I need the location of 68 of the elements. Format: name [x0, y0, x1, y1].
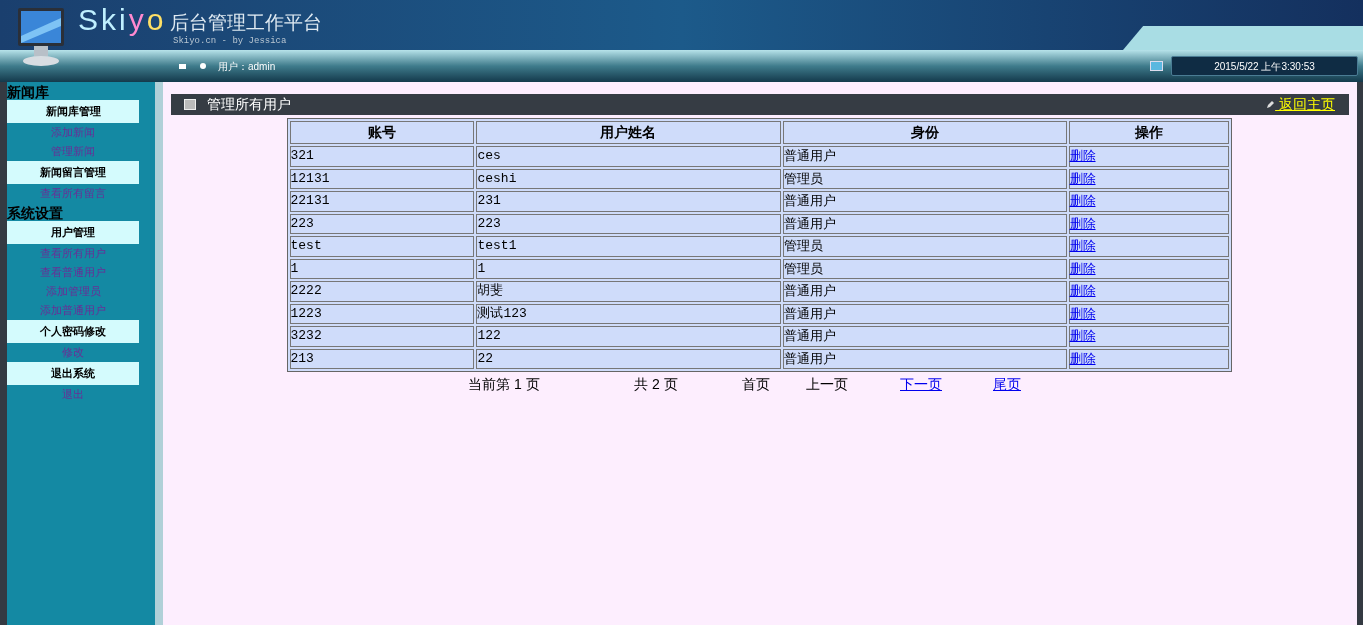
page-label: 共 2 页: [634, 376, 678, 392]
table-cell: 普通用户: [782, 146, 1067, 167]
table-cell: 3232: [289, 326, 475, 347]
screen-icon: [1150, 61, 1163, 71]
table-cell: 普通用户: [782, 303, 1067, 324]
app-title: 后台管理工作平台: [170, 11, 323, 35]
page-label: 上一页: [806, 376, 848, 392]
page-link[interactable]: 尾页: [993, 376, 1021, 392]
table-cell: 223: [476, 213, 781, 234]
delete-link[interactable]: 删除: [1069, 328, 1096, 344]
column-header: 用户姓名: [476, 121, 781, 144]
delete-link[interactable]: 删除: [1069, 283, 1096, 299]
delete-link[interactable]: 删除: [1069, 238, 1096, 254]
page-link[interactable]: 下一页: [900, 376, 942, 392]
column-header: 账号: [289, 121, 475, 144]
menu-group-header[interactable]: 新闻库管理: [7, 100, 139, 123]
table-cell: test: [289, 236, 475, 257]
table-cell: 2222: [289, 281, 475, 302]
menu-group-header[interactable]: 新闻留言管理: [7, 161, 139, 184]
table-cell: 管理员: [782, 258, 1067, 279]
delete-link[interactable]: 删除: [1069, 170, 1096, 186]
datetime-display: 2015/5/22 上午3:30:53: [1171, 56, 1358, 76]
table-cell: 122: [476, 326, 781, 347]
table-cell: 1223: [289, 303, 475, 324]
page-label: 首页: [742, 376, 770, 392]
subtitle: Skiyo.cn - by Jessica: [173, 36, 288, 46]
column-header: 操作: [1068, 121, 1229, 144]
user-label: 用户：admin: [218, 59, 276, 74]
table-cell: 1: [476, 258, 781, 279]
table-cell: 223: [289, 213, 475, 234]
delete-link[interactable]: 删除: [1069, 260, 1096, 276]
section-heading: 新闻库: [7, 84, 50, 100]
table-cell: 12131: [289, 168, 475, 189]
table-cell: 22131: [289, 191, 475, 212]
table-cell: 213: [289, 348, 475, 369]
table-cell: 1: [289, 258, 475, 279]
table-cell: ces: [476, 146, 781, 167]
table-cell: 231: [476, 191, 781, 212]
table-cell: 22: [476, 348, 781, 369]
home-link[interactable]: 返回主页: [1275, 94, 1335, 115]
delete-link[interactable]: 删除: [1069, 305, 1096, 321]
delete-link[interactable]: 删除: [1069, 350, 1096, 366]
table-cell: ceshi: [476, 168, 781, 189]
column-header: 身份: [782, 121, 1067, 144]
table-cell: 胡斐: [476, 281, 781, 302]
menu-group-header[interactable]: 用户管理: [7, 221, 139, 244]
square-icon: [179, 63, 186, 69]
table-cell: 普通用户: [782, 281, 1067, 302]
logo-text: Skiyo: [78, 4, 167, 36]
table-cell: 测试123: [476, 303, 781, 324]
table-cell: 321: [289, 146, 475, 167]
pencil-icon: [1266, 100, 1276, 109]
delete-link[interactable]: 删除: [1069, 148, 1096, 164]
menu-group-header[interactable]: 退出系统: [7, 362, 139, 385]
table-cell: 管理员: [782, 168, 1067, 189]
page-title: 管理所有用户: [207, 95, 291, 114]
section-heading: 系统设置: [7, 205, 64, 221]
table-cell: 管理员: [782, 236, 1067, 257]
table-cell: 普通用户: [782, 326, 1067, 347]
delete-link[interactable]: 删除: [1069, 215, 1096, 231]
table-cell: test1: [476, 236, 781, 257]
table-cell: 普通用户: [782, 348, 1067, 369]
play-icon: [184, 99, 196, 110]
page-label: 当前第 1 页: [468, 376, 540, 392]
menu-group-header[interactable]: 个人密码修改: [7, 320, 139, 343]
delete-link[interactable]: 删除: [1069, 193, 1096, 209]
table-cell: 普通用户: [782, 213, 1067, 234]
table-cell: 普通用户: [782, 191, 1067, 212]
